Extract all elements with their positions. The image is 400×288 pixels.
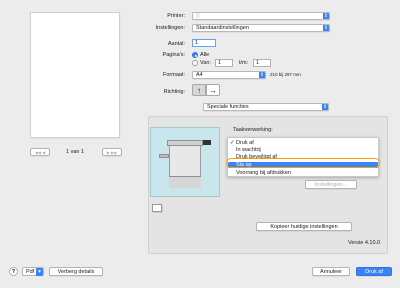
chevron-updown-icon: ⇕ <box>259 72 265 78</box>
printer-base <box>169 176 201 188</box>
hide-details-button[interactable]: Verberg details <box>49 267 103 276</box>
paper-size-value: A4 <box>196 72 203 78</box>
chevron-updown-icon: ⇕ <box>323 25 329 31</box>
chevron-updown-icon: ⇕ <box>322 104 328 110</box>
highlight-ring <box>226 158 380 168</box>
printer-side-tray <box>159 154 169 158</box>
page-indicator: 1 van 1 <box>66 149 85 155</box>
job-processing-label: Taakverwerking: <box>233 127 273 133</box>
pages-label: Pagina's: <box>162 52 185 58</box>
help-button[interactable]: ? <box>9 267 18 276</box>
cancel-button[interactable]: Annuleer <box>312 267 350 276</box>
help-icon: ? <box>11 269 16 275</box>
menu-item-label: Voorrang bij afdrukken <box>236 170 292 176</box>
menu-item-in-wachtrij[interactable]: In wachtrij <box>228 147 378 153</box>
printer-name: ▒ <box>196 13 200 19</box>
menu-item-druk-af[interactable]: ✓ Druk af <box>228 140 378 146</box>
pdf-label: Pdf <box>26 269 35 275</box>
preview-nav-bar: ◀◀ ◀ 1 van 1 ▶ ▶▶ <box>30 148 122 157</box>
printer-label: Printer: <box>167 13 185 19</box>
pages-all-label: Alle <box>200 52 210 58</box>
pages-from-input[interactable]: 1 <box>215 59 233 67</box>
section-value: Speciale functies <box>207 104 249 110</box>
print-button[interactable]: Druk af <box>356 267 392 276</box>
paper-size-select[interactable]: A4 ⇕ <box>192 71 266 79</box>
menu-item-label: In wachtrij <box>236 147 261 153</box>
pages-all-radio[interactable] <box>192 52 198 58</box>
chevron-updown-icon: ⇕ <box>323 13 329 19</box>
chevron-down-icon: ▾ <box>36 268 43 276</box>
landscape-icon: → <box>209 86 217 95</box>
menu-item-label: Druk af <box>236 140 254 146</box>
printer-select[interactable]: ▒ ⇕ <box>192 12 330 20</box>
pdf-menu-button[interactable]: Pdf ▾ <box>22 267 44 276</box>
menu-item-voorrang[interactable]: Voorrang bij afdrukken <box>228 170 378 176</box>
format-label: Formaat: <box>162 72 185 78</box>
presets-select[interactable]: Standaardinstellingen ⇕ <box>192 24 330 32</box>
pages-range-radio[interactable] <box>192 60 198 66</box>
copy-current-settings-button[interactable]: Kopieer huidige instellingen <box>256 222 352 231</box>
copies-label: Aantal: <box>167 41 185 47</box>
orientation-label: Richting: <box>163 89 185 95</box>
copies-input[interactable]: 1 <box>192 39 216 47</box>
printer-top <box>167 140 203 146</box>
checkmark-icon: ✓ <box>230 140 235 146</box>
paper-stack-icon <box>152 204 162 212</box>
orientation-portrait-button[interactable]: ↑ <box>192 84 206 96</box>
paper-dimensions: 210 bij 297 mm <box>270 72 301 77</box>
section-select[interactable]: Speciale functies ⇕ <box>203 103 329 111</box>
presets-value: Standaardinstellingen <box>196 25 249 31</box>
printer-screen <box>203 140 211 145</box>
portrait-icon: ↑ <box>197 86 201 95</box>
driver-version: Versie 4.10.0 <box>348 240 381 246</box>
pages-to-label: t/m: <box>239 60 249 66</box>
printer-illustration <box>150 127 220 197</box>
print-preview-page <box>30 12 120 138</box>
preview-next-last-button[interactable]: ▶ ▶▶ <box>102 148 122 156</box>
orientation-landscape-button[interactable]: → <box>206 84 220 96</box>
job-processing-menu: ✓ Druk af In wachtrij Druk beveiligd af … <box>227 137 379 177</box>
settings-button[interactable]: Instellingen... <box>305 180 357 189</box>
preview-first-prev-button[interactable]: ◀◀ ◀ <box>30 148 50 156</box>
presets-label: Instellingen: <box>155 25 185 31</box>
pages-from-label: Van: <box>200 60 211 66</box>
pages-to-input[interactable]: 1 <box>253 59 271 67</box>
